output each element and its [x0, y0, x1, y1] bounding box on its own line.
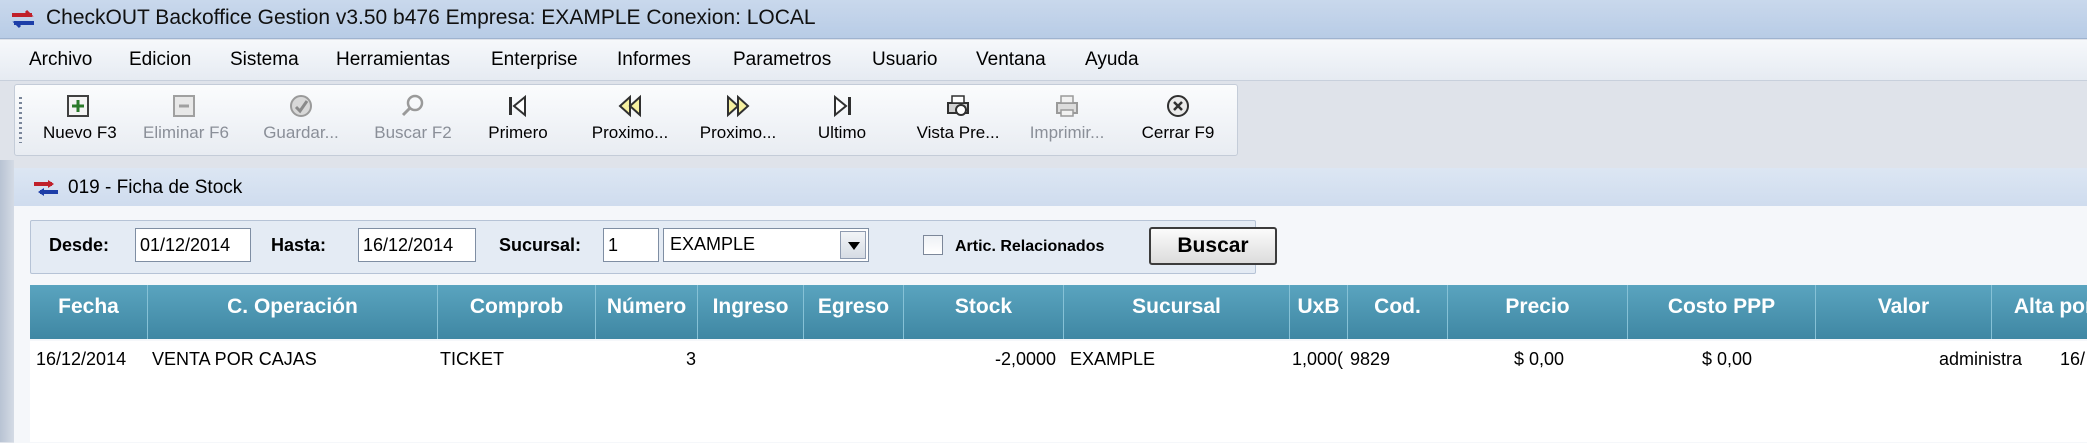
column-header-ingreso[interactable]: Ingreso [698, 285, 804, 339]
sucursal-select[interactable]: EXAMPLE [663, 228, 869, 262]
column-header-fecha[interactable]: Fecha [30, 285, 148, 339]
previous-label: Proximo... [591, 123, 669, 142]
delete-label: Eliminar F6 [143, 123, 229, 142]
save-button[interactable]: Guardar... [261, 89, 341, 151]
column-header-precio[interactable]: Precio [1448, 285, 1628, 339]
search-label: Buscar F2 [374, 123, 452, 142]
menu-usuario[interactable]: Usuario [872, 49, 937, 71]
form-icon [34, 180, 58, 196]
column-header-cod[interactable]: Cod. [1348, 285, 1448, 339]
hasta-input[interactable] [358, 228, 476, 262]
title-bar: CheckOUT Backoffice Gestion v3.50 b476 E… [0, 0, 2087, 39]
search-button[interactable]: Buscar F2 [367, 89, 459, 151]
stock-form-title-bar: 019 - Ficha de Stock [14, 168, 2087, 206]
filter-bar: Desde: Hasta: Sucursal: EXAMPLE Artic. R… [30, 220, 1277, 274]
column-header-alta-por[interactable]: Alta por [1992, 285, 2087, 339]
cell-stock: -2,0000 [995, 349, 1057, 369]
print-preview-icon [947, 95, 969, 116]
table-row[interactable]: 16/12/2014 VENTA POR CAJAS TICKET 3 -2,0… [30, 341, 2087, 379]
cell-uxb: 1,000( [1292, 349, 1344, 369]
artic-relacionados-label[interactable]: Artic. Relacionados [955, 238, 1104, 256]
print-preview-button[interactable]: Vista Pre... [907, 89, 1009, 151]
last-icon [834, 94, 851, 118]
cell-costo-ppp: $ 0,00 [1702, 349, 1753, 369]
menu-informes[interactable]: Informes [617, 49, 691, 71]
toolbar: Nuevo F3 Eliminar F6 Guardar... Buscar F… [14, 84, 1238, 156]
next-button[interactable]: Proximo... [691, 89, 785, 151]
sucursal-label: Sucursal: [499, 235, 582, 255]
column-header-costo-ppp[interactable]: Costo PPP [1628, 285, 1816, 339]
menu-edicion[interactable]: Edicion [129, 49, 191, 71]
close-button[interactable]: Cerrar F9 [1131, 89, 1225, 151]
cell-precio: $ 0,00 [1514, 349, 1565, 369]
cell-comprob: TICKET [440, 349, 505, 369]
last-button[interactable]: Ultimo [811, 89, 873, 151]
sucursal-select-value: EXAMPLE [670, 234, 756, 254]
menu-bar: Archivo Edicion Sistema Herramientas Ent… [0, 40, 2087, 81]
app-icon [12, 9, 34, 29]
column-header-numero[interactable]: Número [596, 285, 698, 339]
desde-label: Desde: [49, 235, 110, 255]
first-button[interactable]: Primero [485, 89, 551, 151]
cell-operacion: VENTA POR CAJAS [152, 349, 317, 369]
cell-sucursal: EXAMPLE [1070, 349, 1156, 369]
search-icon [401, 94, 424, 117]
column-header-sucursal[interactable]: Sucursal [1064, 285, 1290, 339]
last-label: Ultimo [817, 123, 867, 142]
window-title: CheckOUT Backoffice Gestion v3.50 b476 E… [46, 6, 816, 29]
column-header-uxb[interactable]: UxB [1290, 285, 1348, 339]
delete-icon [173, 95, 195, 117]
print-label: Imprimir... [1029, 123, 1105, 142]
toolbar-grip[interactable] [19, 97, 22, 143]
new-icon [67, 95, 89, 117]
close-label: Cerrar F9 [1141, 123, 1215, 142]
menu-ventana[interactable]: Ventana [976, 49, 1046, 71]
column-header-valor[interactable]: Valor [1816, 285, 1992, 339]
previous-icon [618, 94, 641, 118]
cell-numero: 3 [686, 349, 697, 369]
new-label: Nuevo F3 [43, 123, 117, 142]
mdi-left-border [0, 160, 14, 442]
column-header-egreso[interactable]: Egreso [804, 285, 904, 339]
print-icon [1056, 95, 1078, 117]
menu-sistema[interactable]: Sistema [230, 49, 299, 71]
cell-alta-por: administra [1939, 349, 2023, 369]
artic-relacionados-checkbox[interactable] [923, 235, 943, 255]
previous-button[interactable]: Proximo... [583, 89, 677, 151]
first-icon [509, 94, 526, 118]
desde-input[interactable] [135, 228, 251, 262]
delete-button[interactable]: Eliminar F6 [143, 89, 229, 151]
print-button[interactable]: Imprimir... [1019, 89, 1115, 151]
save-icon [290, 95, 312, 117]
sucursal-code-input[interactable] [603, 228, 659, 262]
cell-fecha: 16/12/2014 [36, 349, 127, 369]
next-label: Proximo... [699, 123, 777, 142]
column-header-operacion[interactable]: C. Operación [148, 285, 438, 339]
menu-parametros[interactable]: Parametros [733, 49, 831, 71]
hasta-label: Hasta: [271, 235, 327, 255]
column-header-comprob[interactable]: Comprob [438, 285, 596, 339]
save-label: Guardar... [263, 123, 339, 142]
grid-empty-area[interactable] [30, 379, 2087, 442]
first-label: Primero [488, 123, 548, 142]
buscar-button[interactable]: Buscar [1149, 227, 1277, 265]
next-icon [727, 94, 750, 118]
form-title: 019 - Ficha de Stock [68, 177, 243, 198]
grid-header: Fecha C. Operación Comprob Número Ingres… [30, 285, 2087, 339]
close-icon [1167, 95, 1189, 117]
new-button[interactable]: Nuevo F3 [43, 89, 117, 151]
menu-ayuda[interactable]: Ayuda [1085, 49, 1139, 71]
menu-archivo[interactable]: Archivo [29, 49, 92, 71]
column-header-stock[interactable]: Stock [904, 285, 1064, 339]
cell-cod: 9829 [1350, 349, 1391, 369]
print-preview-label: Vista Pre... [916, 123, 1000, 142]
menu-herramientas[interactable]: Herramientas [336, 49, 450, 71]
menu-enterprise[interactable]: Enterprise [491, 49, 578, 71]
cell-extra: 16/ [2060, 349, 2086, 369]
dropdown-arrow-icon[interactable] [840, 231, 866, 259]
